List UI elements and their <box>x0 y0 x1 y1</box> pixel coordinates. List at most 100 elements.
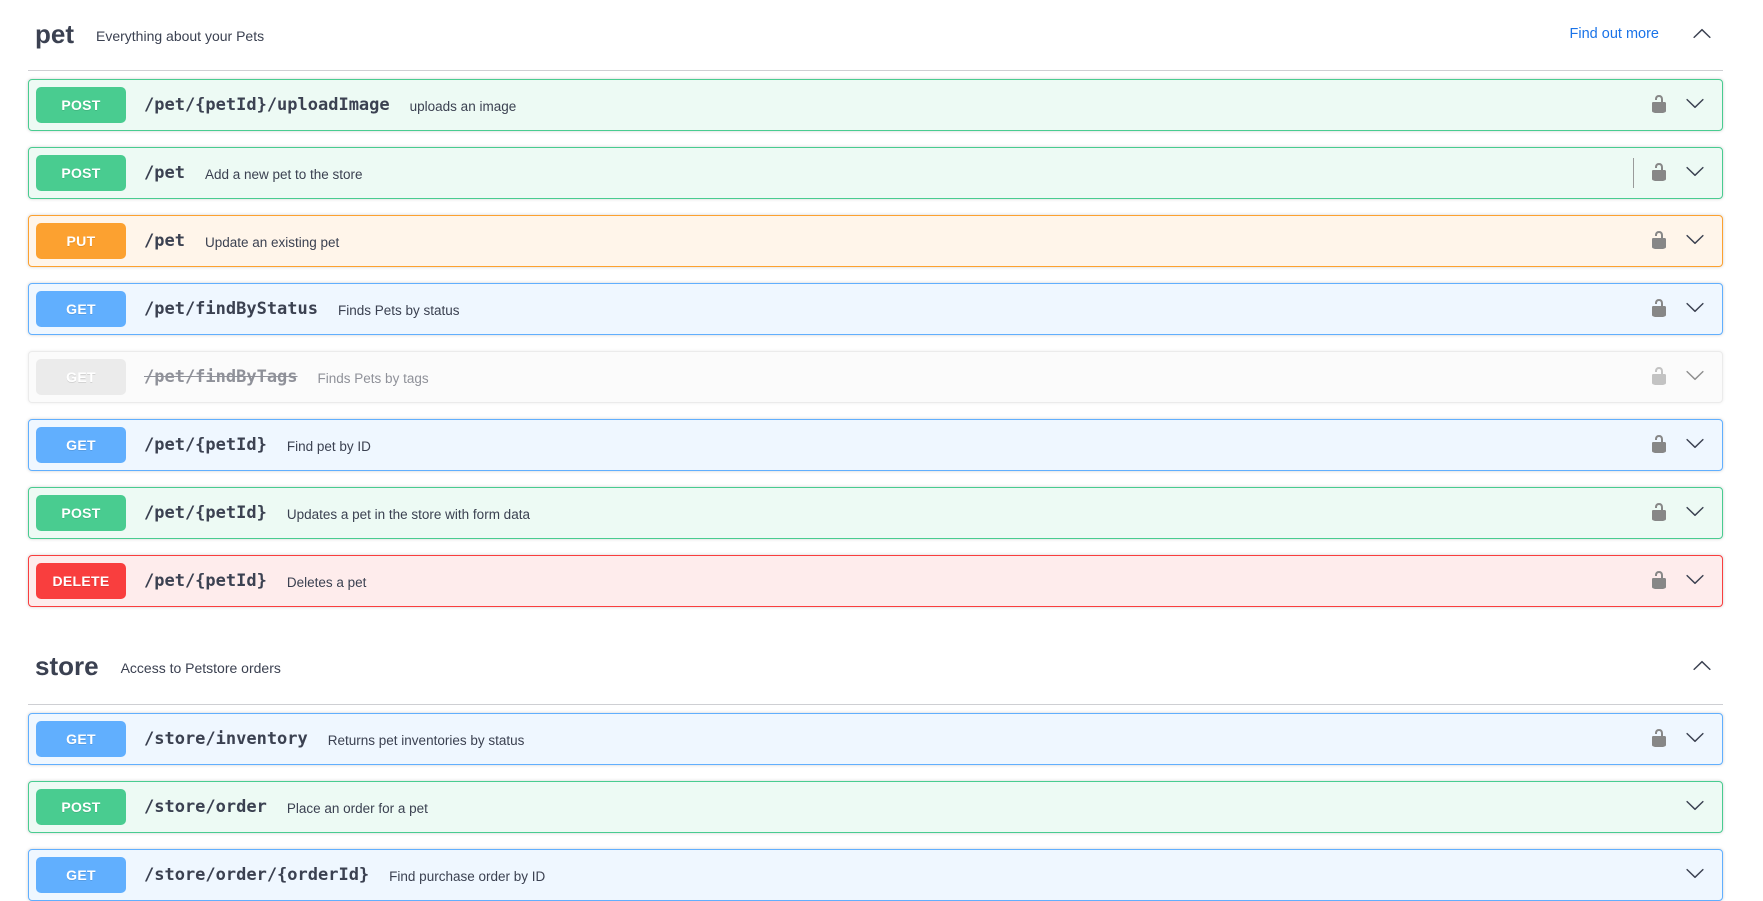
unlocked-padlock-icon <box>1649 728 1669 751</box>
operation-post-row[interactable]: POST /pet/{petId}/uploadImage uploads an… <box>28 79 1723 131</box>
store-operations-list: GET /store/inventory Returns pet invento… <box>28 705 1723 901</box>
method-badge: PUT <box>36 223 126 259</box>
operation-path: /pet/findByTags <box>144 367 298 387</box>
operation-path: /pet/{petId}/uploadImage <box>144 95 390 115</box>
unlocked-padlock-icon <box>1649 162 1669 185</box>
row-controls <box>1648 230 1706 252</box>
row-controls <box>1648 366 1706 388</box>
auth-lock-button[interactable] <box>1648 230 1670 252</box>
operation-summary: uploads an image <box>409 98 517 114</box>
chevron-down-icon[interactable] <box>1684 298 1706 320</box>
find-out-more-link[interactable]: Find out more <box>1570 26 1659 42</box>
operation-summary: Returns pet inventories by status <box>327 732 525 748</box>
method-badge: POST <box>36 87 126 123</box>
operation-post-row[interactable]: POST /store/order Place an order for a p… <box>28 781 1723 833</box>
store-section-header[interactable]: store Access to Petstore orders <box>28 632 1723 705</box>
row-controls <box>1648 570 1706 592</box>
operation-path: /store/order <box>144 797 267 817</box>
method-badge: GET <box>36 291 126 327</box>
unlocked-padlock-icon <box>1649 230 1669 253</box>
operation-get-row[interactable]: GET /store/inventory Returns pet invento… <box>28 713 1723 765</box>
chevron-down-icon[interactable] <box>1684 366 1706 388</box>
pet-section-controls: Find out more <box>1570 23 1713 45</box>
operation-path: /pet/{petId} <box>144 435 267 455</box>
auth-lock-button[interactable] <box>1648 434 1670 456</box>
row-controls <box>1648 94 1706 116</box>
operation-path: /pet/{petId} <box>144 503 267 523</box>
chevron-down-icon[interactable] <box>1684 162 1706 184</box>
chevron-down-icon[interactable] <box>1684 230 1706 252</box>
row-controls <box>1648 728 1706 750</box>
operation-path: /pet <box>144 231 185 251</box>
operation-put-row[interactable]: PUT /pet Update an existing pet <box>28 215 1723 267</box>
unlocked-padlock-icon <box>1649 298 1669 321</box>
operation-get-row[interactable]: GET /pet/{petId} Find pet by ID <box>28 419 1723 471</box>
chevron-down-icon[interactable] <box>1684 728 1706 750</box>
operation-summary: Add a new pet to the store <box>204 166 363 182</box>
operation-path: /store/inventory <box>144 729 308 749</box>
unlocked-padlock-icon <box>1649 94 1669 117</box>
section-title-pet: pet <box>35 19 74 49</box>
unlocked-padlock-icon <box>1649 570 1669 593</box>
row-controls <box>1648 434 1706 456</box>
operation-summary: Deletes a pet <box>286 574 367 590</box>
method-badge: POST <box>36 495 126 531</box>
operation-summary: Find purchase order by ID <box>389 868 546 884</box>
row-controls <box>1648 298 1706 320</box>
chevron-up-icon[interactable] <box>1691 655 1713 677</box>
operation-get-row[interactable]: GET /pet/findByTags Finds Pets by tags <box>28 351 1723 403</box>
auth-lock-button[interactable] <box>1648 162 1670 184</box>
operation-post-row[interactable]: POST /pet Add a new pet to the store <box>28 147 1723 199</box>
store-section-controls <box>1691 655 1713 677</box>
operation-summary: Update an existing pet <box>204 234 340 250</box>
unlocked-padlock-icon <box>1649 366 1669 389</box>
pet-section-heading: pet Everything about your Pets <box>35 18 264 50</box>
method-badge: GET <box>36 359 126 395</box>
method-badge: GET <box>36 721 126 757</box>
method-badge: GET <box>36 427 126 463</box>
auth-lock-button[interactable] <box>1648 298 1670 320</box>
section-title-store: store <box>35 651 99 681</box>
operation-summary: Updates a pet in the store with form dat… <box>286 506 530 522</box>
method-badge: POST <box>36 789 126 825</box>
section-description-store: Access to Petstore orders <box>120 659 281 676</box>
chevron-down-icon[interactable] <box>1684 434 1706 456</box>
operation-summary: Find pet by ID <box>286 438 371 454</box>
operation-path: /store/order/{orderId} <box>144 865 370 885</box>
chevron-down-icon[interactable] <box>1684 570 1706 592</box>
auth-lock-button[interactable] <box>1648 94 1670 116</box>
unlocked-padlock-icon <box>1649 502 1669 525</box>
row-controls <box>1684 796 1706 818</box>
row-controls <box>1684 864 1706 886</box>
method-badge: POST <box>36 155 126 191</box>
store-section-heading: store Access to Petstore orders <box>35 650 281 682</box>
operation-path: /pet/findByStatus <box>144 299 318 319</box>
operation-get-row[interactable]: GET /store/order/{orderId} Find purchase… <box>28 849 1723 901</box>
method-badge: DELETE <box>36 563 126 599</box>
auth-lock-button[interactable] <box>1648 366 1670 388</box>
operation-post-row[interactable]: POST /pet/{petId} Updates a pet in the s… <box>28 487 1723 539</box>
auth-lock-button[interactable] <box>1648 570 1670 592</box>
chevron-up-icon[interactable] <box>1691 23 1713 45</box>
unlocked-padlock-icon <box>1649 434 1669 457</box>
chevron-down-icon[interactable] <box>1684 864 1706 886</box>
api-operations-panel: pet Everything about your Pets Find out … <box>0 0 1763 901</box>
pet-section-header[interactable]: pet Everything about your Pets Find out … <box>28 0 1723 71</box>
row-controls <box>1633 158 1706 188</box>
chevron-down-icon[interactable] <box>1684 502 1706 524</box>
operation-summary: Place an order for a pet <box>286 800 428 816</box>
method-badge: GET <box>36 857 126 893</box>
section-description-pet: Everything about your Pets <box>96 27 265 44</box>
row-controls <box>1648 502 1706 524</box>
auth-lock-button[interactable] <box>1648 728 1670 750</box>
operation-path: /pet/{petId} <box>144 571 267 591</box>
pet-operations-list: POST /pet/{petId}/uploadImage uploads an… <box>28 71 1723 607</box>
operation-path: /pet <box>144 163 185 183</box>
operation-get-row[interactable]: GET /pet/findByStatus Finds Pets by stat… <box>28 283 1723 335</box>
auth-lock-button[interactable] <box>1648 502 1670 524</box>
operation-summary: Finds Pets by tags <box>317 370 429 386</box>
operation-delete-row[interactable]: DELETE /pet/{petId} Deletes a pet <box>28 555 1723 607</box>
chevron-down-icon[interactable] <box>1684 796 1706 818</box>
operation-summary: Finds Pets by status <box>338 302 460 318</box>
chevron-down-icon[interactable] <box>1684 94 1706 116</box>
